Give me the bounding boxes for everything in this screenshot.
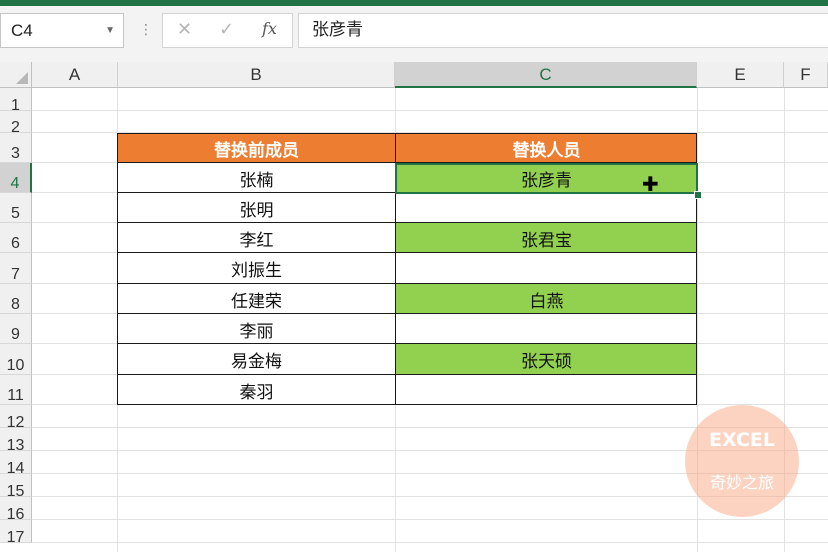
- cell-b8[interactable]: 任建荣: [118, 284, 395, 314]
- cell-b7[interactable]: 刘振生: [118, 253, 395, 284]
- formula-buttons: ✕ ✓ fx: [162, 13, 293, 48]
- cell-c6[interactable]: 张君宝: [396, 223, 697, 253]
- cell-b4[interactable]: 张楠: [118, 163, 395, 193]
- row-header-13[interactable]: 13: [0, 428, 32, 454]
- column-header-e[interactable]: E: [697, 62, 784, 88]
- column-header-a[interactable]: A: [32, 62, 118, 88]
- chevron-down-icon[interactable]: ▼: [105, 14, 115, 47]
- column-header-b[interactable]: B: [118, 62, 395, 88]
- cell-c5[interactable]: [396, 193, 697, 223]
- more-options-icon[interactable]: ⋮: [139, 22, 153, 38]
- cell-cursor-icon: ✚: [642, 172, 659, 196]
- row-header-2[interactable]: 2: [0, 111, 32, 136]
- cell-c7[interactable]: [396, 253, 697, 284]
- row-header-5[interactable]: 5: [0, 193, 32, 223]
- insert-function-icon[interactable]: fx: [262, 19, 277, 38]
- row-header-6[interactable]: 6: [0, 223, 32, 253]
- row-header-16[interactable]: 16: [0, 497, 32, 523]
- watermark-logo: EXCEL 奇妙之旅: [685, 405, 799, 517]
- row-header-1[interactable]: 1: [0, 88, 32, 114]
- row-header-3[interactable]: 3: [0, 133, 32, 163]
- row-header-8[interactable]: 8: [0, 284, 32, 314]
- row-header-12[interactable]: 12: [0, 405, 32, 431]
- cancel-icon[interactable]: ✕: [177, 19, 192, 40]
- row-header-15[interactable]: 15: [0, 474, 32, 500]
- cell-b11[interactable]: 秦羽: [118, 375, 395, 405]
- name-box-value: C4: [11, 21, 33, 40]
- row-header-7[interactable]: 7: [0, 253, 32, 284]
- name-box[interactable]: C4 ▼: [0, 13, 124, 48]
- formula-input[interactable]: 张彦青: [298, 13, 828, 48]
- cell-b5[interactable]: 张明: [118, 193, 395, 223]
- cell-c10[interactable]: 张天硕: [396, 344, 697, 375]
- cell-b9[interactable]: 李丽: [118, 314, 395, 344]
- cell-c8[interactable]: 白燕: [396, 284, 697, 314]
- formula-bar: C4 ▼ ⋮ ✕ ✓ fx 张彦青: [0, 6, 828, 62]
- fill-handle[interactable]: [694, 191, 702, 199]
- select-all-button[interactable]: [0, 62, 32, 88]
- row-header-14[interactable]: 14: [0, 451, 32, 477]
- row-header-10[interactable]: 10: [0, 344, 32, 375]
- row-header-17[interactable]: 17: [0, 520, 32, 546]
- table-header-replacement[interactable]: 替换人员: [396, 133, 697, 163]
- table-header-before[interactable]: 替换前成员: [118, 133, 395, 163]
- cell-b6[interactable]: 李红: [118, 223, 395, 253]
- enter-icon[interactable]: ✓: [219, 19, 234, 40]
- row-header-11[interactable]: 11: [0, 375, 32, 405]
- cell-b10[interactable]: 易金梅: [118, 344, 395, 375]
- row-header-9[interactable]: 9: [0, 314, 32, 344]
- column-header-c[interactable]: C: [395, 62, 697, 88]
- cell-c11[interactable]: [396, 375, 697, 405]
- row-header-4[interactable]: 4: [0, 163, 32, 193]
- column-header-f[interactable]: F: [784, 62, 828, 88]
- cell-c9[interactable]: [396, 314, 697, 344]
